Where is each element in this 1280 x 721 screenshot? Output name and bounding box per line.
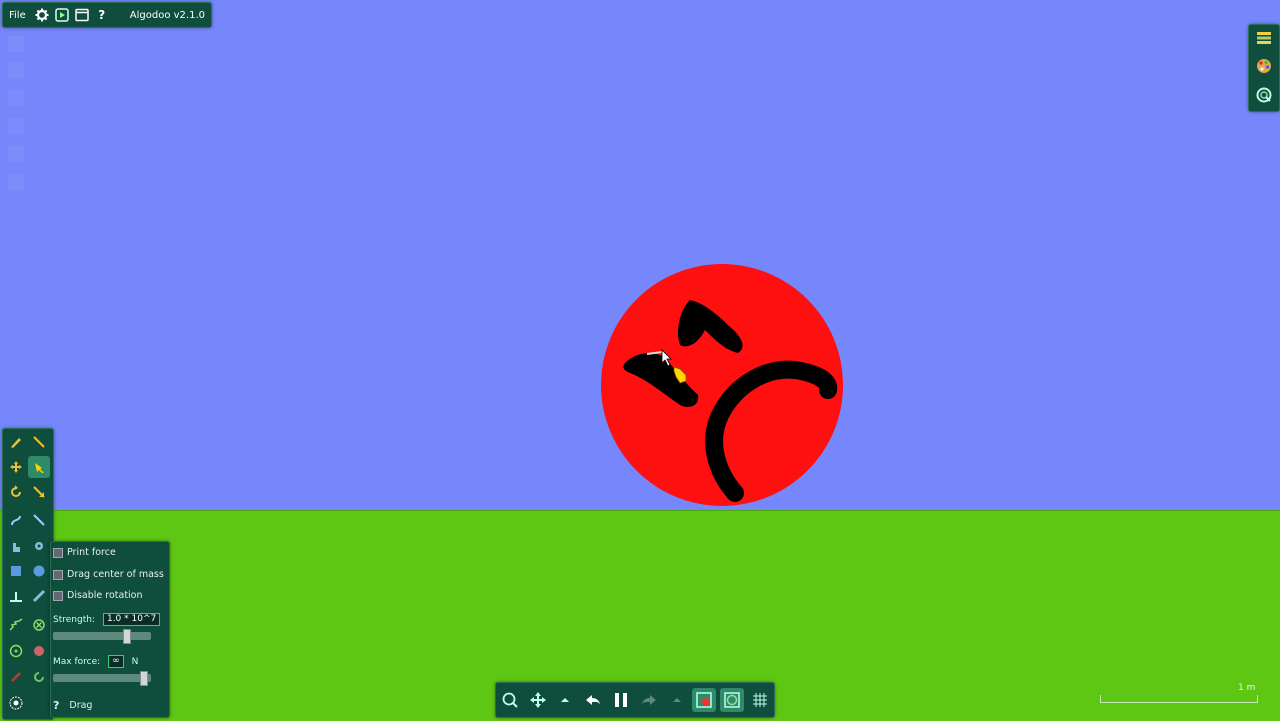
disable-rotation-label: Disable rotation	[67, 590, 143, 601]
disable-rotation-checkbox[interactable]	[53, 590, 63, 601]
drag-center-of-mass-checkbox[interactable]	[53, 569, 63, 580]
axle-tool-icon[interactable]	[5, 640, 27, 662]
print-force-label: Print force	[67, 547, 116, 558]
help-icon[interactable]: ?	[92, 5, 112, 25]
tracer-tool-icon[interactable]	[5, 666, 27, 688]
tool-palette	[2, 428, 54, 720]
max-force-row: Max force: ∞ N	[53, 655, 138, 668]
pan-icon[interactable]	[526, 688, 550, 712]
knife-tool-icon[interactable]	[28, 509, 50, 531]
app-title: Algodoo v2.1.0	[129, 9, 205, 21]
right-toolbar	[1248, 24, 1280, 112]
laser-tool-icon[interactable]	[28, 666, 50, 688]
faded-icon	[8, 90, 24, 106]
spring-tool-icon[interactable]	[5, 614, 27, 636]
max-force-slider[interactable]	[53, 671, 151, 686]
max-force-slider-knob[interactable]	[140, 671, 148, 686]
rope-tool-icon[interactable]	[5, 509, 27, 531]
max-force-label: Max force:	[53, 656, 101, 667]
air-icon[interactable]	[720, 688, 745, 712]
faded-icon	[8, 118, 24, 134]
tool-help-row: ? Drag	[53, 699, 92, 712]
file-menu[interactable]: File	[3, 10, 32, 21]
scale-label: 1 m	[1238, 683, 1256, 693]
plane-tool-icon[interactable]	[5, 585, 27, 607]
drag-center-of-mass-option[interactable]: Drag center of mass	[53, 569, 164, 580]
strength-label: Strength:	[53, 614, 95, 625]
layers-icon[interactable]	[1255, 29, 1273, 50]
scene-canvas[interactable]	[590, 255, 860, 515]
palette-icon[interactable]	[1255, 57, 1273, 78]
redo-icon[interactable]	[637, 688, 661, 712]
play-icon[interactable]	[52, 5, 72, 25]
zoom-icon[interactable]	[498, 688, 522, 712]
drag-center-of-mass-label: Drag center of mass	[67, 569, 164, 580]
pause-icon[interactable]	[609, 688, 633, 712]
top-menu-bar: File ? Algodoo v2.1.0	[2, 2, 212, 28]
faded-icon	[8, 62, 24, 78]
print-force-checkbox[interactable]	[53, 547, 63, 558]
settings-icon[interactable]	[32, 5, 52, 25]
window-icon[interactable]	[72, 5, 92, 25]
circle-tool-icon[interactable]	[28, 560, 50, 582]
strength-slider-knob[interactable]	[123, 629, 131, 644]
strength-value-field[interactable]: 1.0 * 10^7	[102, 613, 161, 626]
print-force-option[interactable]: Print force	[53, 547, 116, 558]
thruster-tool-icon[interactable]	[28, 640, 50, 662]
tool-name-label: Drag	[69, 700, 93, 711]
move-tool-icon[interactable]	[5, 456, 27, 478]
faded-icon	[8, 146, 24, 162]
scale-tool-icon[interactable]	[28, 481, 50, 503]
strength-slider[interactable]	[53, 629, 151, 644]
strength-row: Strength: 1.0 * 10^7	[53, 613, 161, 626]
gear-tool-icon[interactable]	[28, 535, 50, 557]
drag-tool-icon[interactable]	[28, 456, 50, 478]
rotate-tool-icon[interactable]	[5, 481, 27, 503]
max-force-value-field[interactable]: ∞	[108, 655, 124, 668]
max-force-unit: N	[131, 656, 139, 667]
fixate-tool-icon[interactable]	[28, 614, 50, 636]
brush-tool-icon[interactable]	[28, 431, 50, 453]
grid-icon[interactable]	[748, 688, 772, 712]
disable-rotation-option[interactable]: Disable rotation	[53, 590, 143, 601]
hand-tool-icon[interactable]	[5, 535, 27, 557]
chain-tool-icon[interactable]	[28, 585, 50, 607]
undo-icon[interactable]	[581, 688, 605, 712]
box-tool-icon[interactable]	[5, 560, 27, 582]
help-icon[interactable]: ?	[53, 699, 59, 712]
faded-icon	[8, 174, 24, 190]
gravity-icon[interactable]	[692, 688, 717, 712]
scale-bar	[1100, 692, 1258, 703]
drag-tool-options: Print force Drag center of mass Disable …	[50, 541, 170, 718]
bottom-toolbar	[495, 682, 775, 718]
sketch-tool-icon[interactable]	[5, 431, 27, 453]
faded-icon	[8, 36, 24, 52]
fan-tool-icon[interactable]	[5, 692, 27, 714]
zoom-icon[interactable]	[1255, 86, 1273, 107]
collapse-arrow-icon[interactable]	[553, 688, 577, 712]
expand-arrow-icon[interactable]	[665, 688, 689, 712]
